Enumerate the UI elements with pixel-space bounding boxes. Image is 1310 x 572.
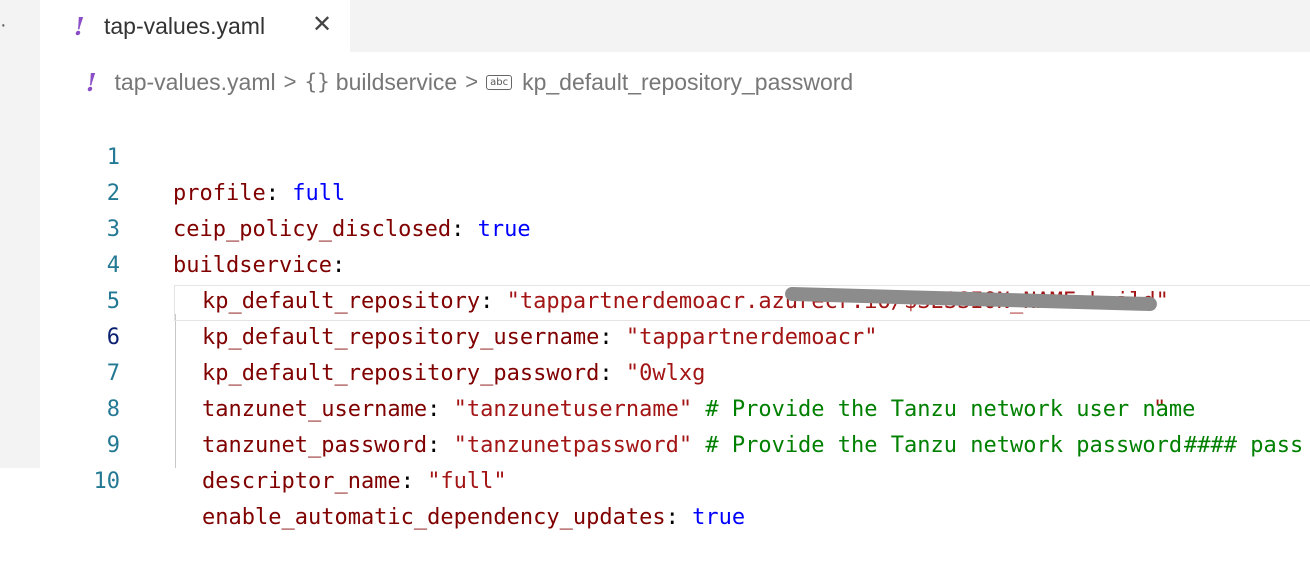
code-line[interactable]: 8 tanzunet_password: "tanzunetpassword" …: [40, 356, 1310, 458]
chevron-right-icon: >: [283, 69, 297, 94]
close-icon[interactable]: ✕: [312, 12, 332, 38]
code-line[interactable]: 9 descriptor_name: "full": [40, 392, 1310, 494]
yaml-file-icon: !: [86, 67, 97, 97]
yaml-value: "full": [427, 469, 507, 494]
code-line[interactable]: 3 buildservice:: [40, 176, 1310, 278]
tab-bar: ! tap-values.yaml ✕: [40, 0, 1310, 52]
breadcrumb-file[interactable]: tap-values.yaml: [115, 69, 276, 96]
code-line[interactable]: 10 enable_automatic_dependency_updates: …: [40, 428, 1310, 530]
colon: :: [665, 505, 693, 530]
yaml-file-icon: !: [74, 11, 85, 41]
code-line[interactable]: 5 kp_default_repository_username: "tappa…: [40, 248, 1310, 350]
code-line[interactable]: 1 profile: full: [40, 104, 1310, 206]
code-line[interactable]: 7 tanzunet_username: "tanzunetusername" …: [40, 320, 1310, 422]
more-dot-icon[interactable]: ·: [0, 14, 7, 37]
yaml-key: descriptor_name: [202, 469, 401, 494]
code-editor[interactable]: 1 profile: full 2 ceip_policy_disclosed:…: [40, 104, 1310, 530]
activity-strip: ·: [0, 0, 40, 468]
code-line[interactable]: 2 ceip_policy_disclosed: true: [40, 140, 1310, 242]
breadcrumb-key[interactable]: kp_default_repository_password: [522, 69, 853, 96]
chevron-right-icon: >: [465, 69, 479, 94]
line-number: 10: [93, 469, 121, 494]
yaml-value: true: [692, 505, 746, 530]
string-icon: abc: [486, 74, 513, 90]
colon: :: [400, 469, 428, 494]
breadcrumb-object[interactable]: buildservice: [336, 69, 457, 96]
code-line[interactable]: 4 kp_default_repository: "tappartnerdemo…: [40, 212, 1310, 314]
tab-tap-values-yaml[interactable]: ! tap-values.yaml ✕: [40, 0, 350, 52]
tab-title: tap-values.yaml: [104, 12, 266, 39]
breadcrumb: ! tap-values.yaml > {} buildservice > ab…: [80, 64, 853, 100]
yaml-key: enable_automatic_dependency_updates: [202, 505, 666, 530]
object-icon: {}: [304, 70, 330, 94]
